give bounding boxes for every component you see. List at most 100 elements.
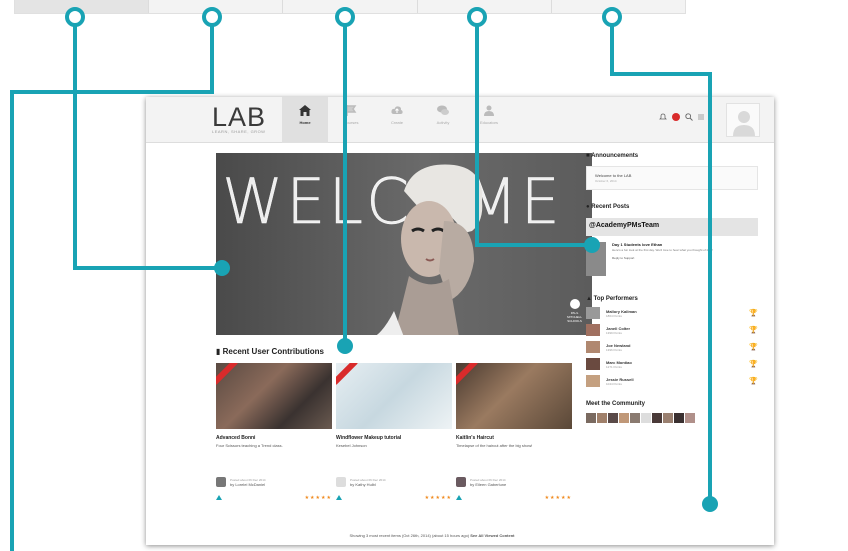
performer-avatar[interactable] [586, 307, 600, 319]
performer-points: 1864 Points [606, 313, 622, 318]
author-avatar[interactable] [216, 477, 226, 487]
author-avatar[interactable] [336, 477, 346, 487]
performer-row[interactable]: Janell Colter 1399 Points 🏆 [586, 324, 758, 336]
nav-create[interactable]: Create [374, 97, 420, 143]
nav-label: Courses [343, 120, 359, 125]
user-avatar[interactable] [726, 103, 760, 137]
nav-courses[interactable]: Courses [328, 97, 374, 143]
brand-mark: PAUL MITCHELL SCHOOLS [567, 299, 582, 323]
community-avatar[interactable] [685, 413, 695, 423]
nav-label: Activity [436, 120, 450, 125]
chat-icon [437, 105, 449, 115]
notifications-icon[interactable] [659, 113, 667, 121]
logo[interactable]: LAB LEARN, SHARE, GROW [212, 103, 266, 134]
strip-tab [15, 0, 150, 13]
nav-label: Home [299, 120, 311, 125]
welcome-banner[interactable]: WELCOME PAUL MITCHELL SCHOOLS [216, 153, 592, 335]
community-avatars [586, 413, 704, 423]
top-performers-title-text: Top Performers [593, 296, 638, 302]
performer-row[interactable]: Joe Newland 1396 Points 🏆 [586, 341, 758, 353]
level-triangle-icon [216, 495, 222, 500]
logo-text: LAB [212, 102, 267, 132]
contributions-title: ▮ Recent User Contributions [216, 347, 324, 356]
notification-badge[interactable] [672, 113, 680, 121]
trophy-icon: 🏆 [749, 327, 758, 334]
strip-tab [283, 0, 418, 13]
see-all-link[interactable]: See All Viewed Content [470, 533, 514, 538]
community-avatar[interactable] [674, 413, 684, 423]
nav-educators[interactable]: Educators [466, 97, 512, 143]
search-icon[interactable] [685, 113, 693, 121]
performer-avatar[interactable] [586, 358, 600, 370]
header-bar: LAB LEARN, SHARE, GROW Home Courses Crea… [146, 97, 774, 143]
contribution-card[interactable]: Advanced Bonni Four Scissors teaching a … [216, 363, 332, 501]
performer-row[interactable]: Marc Montiao 1271 Points 🏆 [586, 358, 758, 370]
announcement-text[interactable]: Welcome to the LAB [595, 173, 751, 178]
recent-post[interactable]: Day 1 Students love Ethan Here's a fun l… [586, 242, 758, 276]
nav-label: Educators [479, 120, 498, 125]
contribution-meta: Posted about 06 Dec 2014 by Eileen Gaber… [456, 477, 572, 487]
top-performers-title: ▲ Top Performers [586, 296, 758, 302]
announcement-item[interactable]: Welcome to the LAB October 6, 2014 [586, 166, 758, 190]
contribution-desc: Four Scissors teaching a Trend class. [216, 443, 283, 448]
header-actions [659, 113, 704, 121]
team-handle[interactable]: @AcademyPMsTeam [586, 218, 758, 236]
community-avatar[interactable] [608, 413, 618, 423]
performer-avatar[interactable] [586, 324, 600, 336]
contribution-desc: Kesebel Johnson [336, 443, 367, 448]
post-reply-link[interactable]: Reply to Support [612, 256, 713, 260]
author-name[interactable]: by Eileen Gaberlune [470, 482, 506, 487]
home-icon [299, 105, 311, 116]
community-avatar[interactable] [652, 413, 662, 423]
showing-text: Showing 3 most recent items (Oct 26th, 2… [349, 533, 470, 538]
community-avatar[interactable] [597, 413, 607, 423]
performer-points: 1044 Points [606, 381, 622, 386]
cloud-upload-icon [391, 106, 403, 114]
rating-stars[interactable]: ★★★★★ [545, 495, 572, 501]
community-avatar[interactable] [619, 413, 629, 423]
performer-avatar[interactable] [586, 341, 600, 353]
contribution-title[interactable]: Kaitlin's Haircut [456, 435, 572, 441]
contribution-footer: ★★★★★ [456, 495, 572, 501]
new-ribbon [216, 363, 238, 385]
posted-date: Posted about 06 Dec 2014 [350, 477, 386, 482]
contribution-meta: Posted about 06 Dec 2014 by Kathy Hulbl [336, 477, 452, 487]
contributions-title-text: Recent User Contributions [222, 347, 324, 356]
performer-avatar[interactable] [586, 375, 600, 387]
author-name[interactable]: by Lorelei McDaniel [230, 482, 266, 487]
trophy-icon: 🏆 [749, 361, 758, 368]
contribution-title[interactable]: Advanced Bonni [216, 435, 332, 441]
contribution-thumbnail[interactable] [456, 363, 572, 429]
users-icon [484, 105, 494, 116]
page: LAB LEARN, SHARE, GROW Home Courses Crea… [0, 0, 848, 551]
contribution-title[interactable]: Windflower Makeup tutorial [336, 435, 452, 441]
brand-logo-icon [569, 299, 580, 309]
menu-icon[interactable] [698, 113, 704, 121]
trophy-icon: ▲ [586, 296, 592, 302]
level-triangle-icon [456, 495, 462, 500]
performer-row[interactable]: Mallory Kallman 1864 Points 🏆 [586, 307, 758, 319]
posted-date: Posted about 06 Dec 2014 [470, 477, 506, 482]
performer-row[interactable]: Jessie Russell 1044 Points 🏆 [586, 375, 758, 387]
flag-icon [346, 105, 357, 116]
trophy-icon: 🏆 [749, 310, 758, 317]
author-avatar[interactable] [456, 477, 466, 487]
community-avatar[interactable] [630, 413, 640, 423]
rating-stars[interactable]: ★★★★★ [305, 495, 332, 501]
community-avatar[interactable] [663, 413, 673, 423]
post-image[interactable] [586, 242, 606, 276]
model-portrait-image [376, 164, 483, 335]
nav-activity[interactable]: Activity [420, 97, 466, 143]
nav-home[interactable]: Home [282, 97, 328, 143]
brand-line: SCHOOLS [567, 319, 582, 323]
rating-stars[interactable]: ★★★★★ [425, 495, 452, 501]
community-avatar[interactable] [586, 413, 596, 423]
author-name[interactable]: by Kathy Hulbl [350, 482, 386, 487]
contribution-card[interactable]: Kaitlin's Haircut Timelapse of the hairc… [456, 363, 572, 501]
post-title[interactable]: Day 1 Students love Ethan [612, 242, 713, 247]
contribution-card[interactable]: Windflower Makeup tutorial Kesebel Johns… [336, 363, 452, 501]
performer-points: 1396 Points [606, 347, 622, 352]
contribution-thumbnail[interactable] [216, 363, 332, 429]
community-avatar[interactable] [641, 413, 651, 423]
contribution-thumbnail[interactable] [336, 363, 452, 429]
